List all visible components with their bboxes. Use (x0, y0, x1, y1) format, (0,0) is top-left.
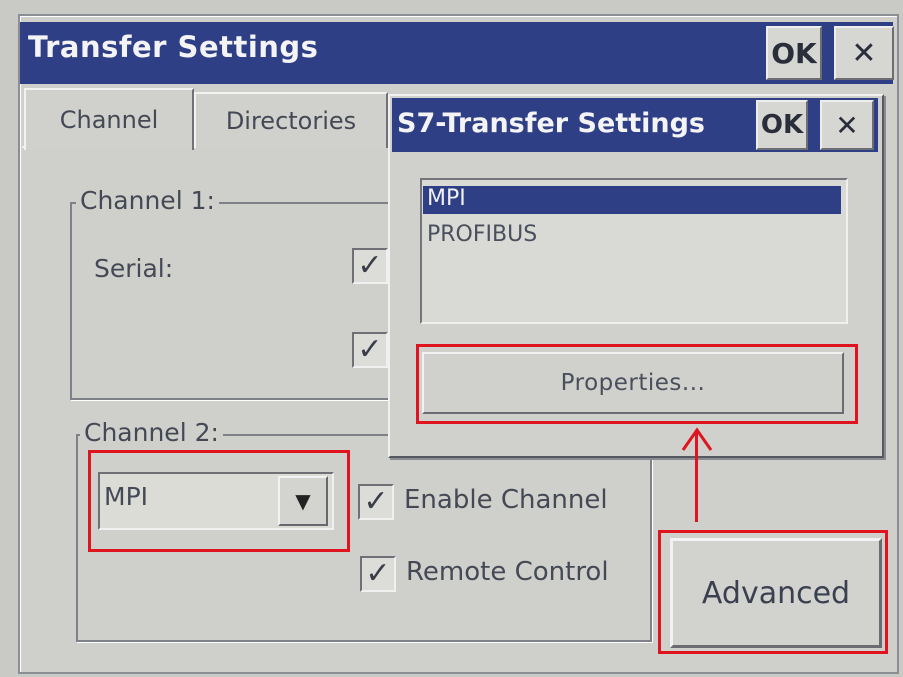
checkmark-icon: ✓ (357, 248, 383, 283)
highlight-advanced (658, 530, 888, 654)
close-icon: ✕ (851, 35, 877, 71)
channel1-group (70, 202, 402, 400)
channel1-checkbox-2[interactable]: ✓ (352, 332, 388, 368)
s7-dialog-title: S7-Transfer Settings (397, 108, 705, 139)
channel2-label: Channel 2: (80, 418, 223, 447)
checkmark-icon: ✓ (365, 556, 391, 591)
enable-channel-label: Enable Channel (404, 485, 608, 515)
s7-ok-button[interactable]: OK (756, 100, 808, 150)
window-title: Transfer Settings (28, 30, 319, 64)
up-arrow-icon (681, 427, 713, 451)
ok-button[interactable]: OK (766, 26, 822, 80)
close-button[interactable]: ✕ (834, 26, 894, 80)
highlight-properties (416, 344, 858, 424)
tab-channel[interactable]: Channel (24, 88, 194, 150)
channel1-label: Channel 1: (76, 186, 219, 215)
highlight-protocol-combobox (88, 450, 350, 552)
tab-directories[interactable]: Directories (194, 92, 388, 148)
s7-close-button[interactable]: ✕ (820, 100, 874, 150)
list-item-profibus[interactable]: PROFIBUS (423, 222, 537, 247)
checkmark-icon: ✓ (357, 332, 383, 367)
remote-control-label: Remote Control (406, 557, 609, 587)
list-item-mpi[interactable]: MPI (423, 186, 841, 214)
channel1-checkbox-1[interactable]: ✓ (352, 248, 388, 284)
serial-label: Serial: (94, 254, 174, 283)
checkmark-icon: ✓ (363, 484, 389, 519)
remote-control-checkbox[interactable]: ✓ (360, 556, 396, 592)
enable-channel-checkbox[interactable]: ✓ (358, 484, 394, 520)
close-icon: ✕ (835, 108, 859, 142)
